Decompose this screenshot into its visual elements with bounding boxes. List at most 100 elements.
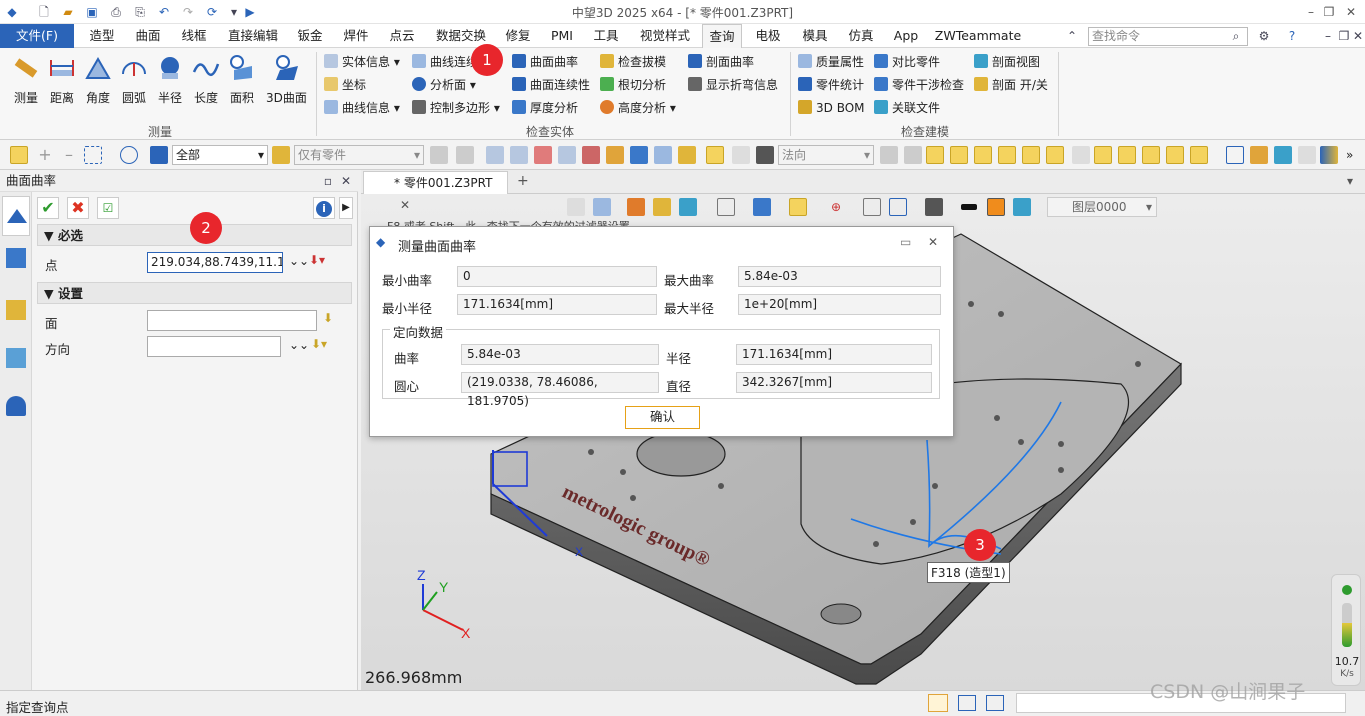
analyze-face-button[interactable]: 分析面 ▾: [412, 75, 476, 95]
tab-point-cloud[interactable]: 点云: [382, 24, 422, 48]
toolbar-tool-icon[interactable]: [456, 146, 474, 164]
toolbar-tool-icon[interactable]: [486, 146, 504, 164]
control-polygon-button[interactable]: 控制多边形 ▾: [412, 98, 500, 118]
tab-sheetmetal[interactable]: 钣金: [290, 24, 330, 48]
side-tab-history-icon[interactable]: [6, 248, 26, 268]
snap-toggle-icon[interactable]: [1166, 146, 1184, 164]
apply-icon[interactable]: ☑: [97, 197, 119, 219]
panel-expand-icon[interactable]: ▶: [339, 197, 353, 219]
toolbar-tool-icon[interactable]: [430, 146, 448, 164]
status-toggle-icon[interactable]: [928, 694, 948, 712]
filter-select[interactable]: 全部 ▾: [172, 145, 268, 165]
tab-surface[interactable]: 曲面: [128, 24, 168, 48]
status-list-icon[interactable]: [986, 695, 1004, 711]
3d-bom-button[interactable]: 3D BOM: [798, 98, 865, 118]
part-filter-icon[interactable]: [272, 146, 290, 164]
snap-toggle-icon[interactable]: [1046, 146, 1064, 164]
command-search-input[interactable]: 查找命令: [1088, 27, 1248, 46]
close-icon[interactable]: ✕: [1342, 3, 1360, 21]
tab-shape[interactable]: 造型: [82, 24, 122, 48]
side-tab-view-icon[interactable]: [6, 348, 26, 368]
snap-toggle-icon[interactable]: [1022, 146, 1040, 164]
coordinate-button[interactable]: 坐标: [324, 75, 366, 95]
tab-visual-style[interactable]: 视觉样式: [634, 24, 696, 48]
panel-close-icon[interactable]: ✕: [338, 173, 354, 189]
search-icon[interactable]: ⌕: [1228, 28, 1244, 44]
toolbar-tool-icon[interactable]: [1072, 146, 1090, 164]
curve-continuity-button[interactable]: 曲线连续: [412, 52, 478, 72]
dialog-comment-icon[interactable]: ▭: [900, 235, 911, 249]
tab-app[interactable]: App: [888, 24, 924, 48]
snap-toggle-icon[interactable]: [1190, 146, 1208, 164]
mass-property-button[interactable]: 质量属性: [798, 52, 864, 72]
surface-continuity-button[interactable]: 曲面连续性: [512, 75, 590, 95]
gear-icon[interactable]: ⚙: [1256, 28, 1272, 44]
minimize-icon[interactable]: –: [1302, 3, 1320, 21]
side-tab-part-icon[interactable]: [6, 300, 26, 320]
snap-toggle-icon[interactable]: [926, 146, 944, 164]
collapse-ribbon-icon[interactable]: ⌃: [1064, 28, 1080, 44]
doc-minimize-icon[interactable]: –: [1320, 28, 1336, 44]
snap-toggle-icon[interactable]: [950, 146, 968, 164]
tab-simulation[interactable]: 仿真: [842, 24, 880, 48]
toolbar-tool-icon[interactable]: [678, 146, 696, 164]
settings-section-header[interactable]: ▼ 设置: [37, 282, 352, 304]
remove-filter-icon[interactable]: –: [60, 146, 78, 164]
radius-button[interactable]: 半径: [152, 54, 188, 106]
toolbar-tool-icon[interactable]: [510, 146, 528, 164]
side-tab-user-icon[interactable]: [6, 396, 26, 416]
add-filter-icon[interactable]: +: [36, 146, 54, 164]
confirm-check-icon[interactable]: ✔: [37, 197, 59, 219]
toolbar-tool-icon[interactable]: [558, 146, 576, 164]
toolbar-tool-icon[interactable]: [732, 146, 750, 164]
normal-direction-select[interactable]: 法向 ▾: [778, 145, 874, 165]
filter-icon[interactable]: [150, 146, 168, 164]
direction-input[interactable]: [147, 336, 281, 357]
interference-check-button[interactable]: 零件干涉检查: [874, 75, 964, 95]
toolbar-tool-icon[interactable]: [904, 146, 922, 164]
tab-wireframe[interactable]: 线框: [174, 24, 214, 48]
undercut-analysis-button[interactable]: 根切分析: [600, 75, 666, 95]
select-pointer-icon[interactable]: [10, 146, 28, 164]
point-options-chevron-icon[interactable]: ⌄⌄: [289, 254, 309, 268]
entity-info-button[interactable]: 实体信息 ▾: [324, 52, 400, 72]
toolbar-tool-icon[interactable]: [534, 146, 552, 164]
distance-button[interactable]: 距离: [44, 54, 80, 106]
length-button[interactable]: 长度: [188, 54, 224, 106]
section-view-button[interactable]: 剖面视图: [974, 52, 1040, 72]
cancel-x-icon[interactable]: ✖: [67, 197, 89, 219]
toolbar-tool-icon[interactable]: [606, 146, 624, 164]
status-display-icon[interactable]: [958, 695, 976, 711]
info-icon[interactable]: i: [313, 197, 335, 219]
measure-button[interactable]: 测量: [8, 54, 44, 106]
area-button[interactable]: 面积: [224, 54, 260, 106]
tab-zwteammate[interactable]: ZWTeammate: [932, 24, 1024, 48]
arc-button[interactable]: 圆弧: [116, 54, 152, 106]
panel-pin-icon[interactable]: ▫: [320, 173, 336, 189]
restore-icon[interactable]: ❐: [1320, 3, 1338, 21]
snap-toggle-icon[interactable]: [1094, 146, 1112, 164]
face-input[interactable]: [147, 310, 317, 331]
curve-info-button[interactable]: 曲线信息 ▾: [324, 98, 400, 118]
point-pick-icon[interactable]: ⬇▾: [309, 253, 325, 267]
tab-mold[interactable]: 模具: [796, 24, 834, 48]
toolbar-tool-icon[interactable]: [630, 146, 648, 164]
toolbar-tool-icon[interactable]: [1274, 146, 1292, 164]
face-pick-icon[interactable]: ⬇: [323, 311, 333, 325]
doc-close-icon[interactable]: ✕: [1350, 28, 1365, 44]
tab-tools[interactable]: 工具: [588, 24, 624, 48]
tab-repair[interactable]: 修复: [499, 24, 537, 48]
compare-part-button[interactable]: 对比零件: [874, 52, 940, 72]
tab-file[interactable]: 文件(F): [0, 24, 74, 48]
toolbar-tool-icon[interactable]: [654, 146, 672, 164]
section-toggle-button[interactable]: 剖面 开/关: [974, 75, 1048, 95]
part-filter-select[interactable]: 仅有零件 ▾: [294, 145, 424, 165]
side-tab-feature[interactable]: [2, 196, 30, 236]
timer-icon[interactable]: [706, 146, 724, 164]
tab-inquire[interactable]: 查询: [702, 24, 742, 48]
height-analysis-button[interactable]: 高度分析 ▾: [600, 98, 676, 118]
tab-direct-edit[interactable]: 直接编辑: [222, 24, 284, 48]
surface-curvature-button[interactable]: 曲面曲率: [512, 52, 578, 72]
tab-weldment[interactable]: 焊件: [336, 24, 376, 48]
tab-list-icon[interactable]: ▾: [1347, 174, 1353, 188]
